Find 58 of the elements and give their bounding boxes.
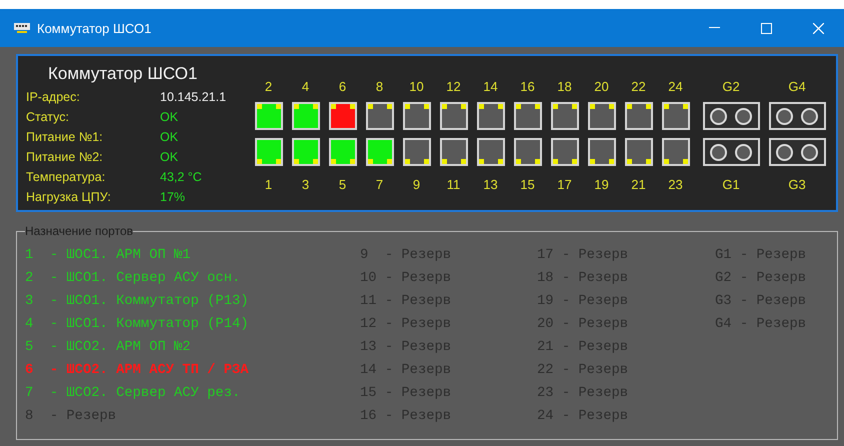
port-label: 17 bbox=[557, 176, 572, 194]
port-label: G2 bbox=[722, 78, 740, 96]
port-label: 11 bbox=[446, 176, 460, 194]
info-value: OK bbox=[160, 130, 178, 144]
info-label: Питание №2: bbox=[26, 150, 104, 164]
info-value: 10.145.21.1 bbox=[160, 90, 226, 104]
port-label: G3 bbox=[788, 176, 806, 194]
port-label: 9 bbox=[412, 176, 420, 194]
port-label: 22 bbox=[631, 78, 646, 96]
minimize-icon bbox=[708, 27, 720, 29]
close-icon bbox=[812, 22, 824, 34]
port-label: G4 bbox=[788, 78, 806, 96]
port-label: 12 bbox=[446, 78, 461, 96]
info-value: 43,2 °C bbox=[160, 170, 202, 184]
port-label: 4 bbox=[302, 78, 310, 96]
fiber-port bbox=[702, 102, 760, 130]
info-value: 17% bbox=[160, 190, 186, 204]
port-label: 16 bbox=[520, 78, 535, 96]
port-label: 21 bbox=[631, 176, 646, 194]
port-label: 10 bbox=[409, 78, 424, 96]
port-label: 18 bbox=[557, 78, 572, 96]
group-title: Назначение портов bbox=[25, 224, 133, 238]
port-assignment-text: 7 - ШСО2. Сервер АСУ рез. bbox=[25, 385, 242, 403]
info-label: Статус: bbox=[26, 110, 70, 124]
info-label: Температура: bbox=[26, 170, 106, 184]
fiber-port bbox=[768, 138, 826, 166]
port-label: 5 bbox=[338, 176, 346, 194]
port-label: 13 bbox=[483, 176, 498, 194]
port-assignment-text: 3 - ШСО1. Коммутатор (P13) bbox=[25, 293, 250, 311]
port-label: 7 bbox=[376, 176, 384, 194]
maximize-icon bbox=[760, 22, 772, 34]
port-label: 3 bbox=[302, 176, 310, 194]
info-label: IP-адрес: bbox=[26, 90, 81, 104]
window-title: Коммутатор ШСО1 bbox=[37, 20, 152, 36]
port-label: 19 bbox=[594, 176, 609, 194]
port-label: 1 bbox=[264, 176, 272, 194]
info-label: Нагрузка ЦПУ: bbox=[26, 190, 112, 204]
port-label: 24 bbox=[668, 78, 683, 96]
port-assignment-text: 2 - ШСО1. Сервер АСУ осн. bbox=[25, 270, 242, 288]
info-value: OK bbox=[160, 150, 178, 164]
device-title: Коммутатор ШСО1 bbox=[47, 64, 198, 84]
port-assignment-text: 1 - ШОС1. АРМ ОП №1 bbox=[25, 247, 192, 265]
info-label: Питание №1: bbox=[26, 130, 104, 144]
port-label: 8 bbox=[376, 78, 384, 96]
port-label: 2 bbox=[264, 78, 272, 96]
fiber-port bbox=[768, 102, 826, 130]
port-label: 15 bbox=[520, 176, 535, 194]
port-assignment-text: 6 - ШСО2. АРМ АСУ ТП / РЗА bbox=[25, 362, 250, 380]
port-label: 20 bbox=[594, 78, 609, 96]
port-label: G1 bbox=[722, 176, 740, 194]
port-label: 6 bbox=[338, 78, 346, 96]
info-value: OK bbox=[160, 110, 178, 124]
port-assignment-text: 4 - ШСО1. Коммутатор (P14) bbox=[25, 316, 250, 334]
switch-icon bbox=[14, 23, 30, 33]
port-label: 23 bbox=[668, 176, 683, 194]
fiber-port bbox=[702, 138, 760, 166]
port-assignment-text: 5 - ШСО2. АРМ ОП №2 bbox=[25, 339, 192, 357]
port-label: 14 bbox=[483, 78, 498, 96]
